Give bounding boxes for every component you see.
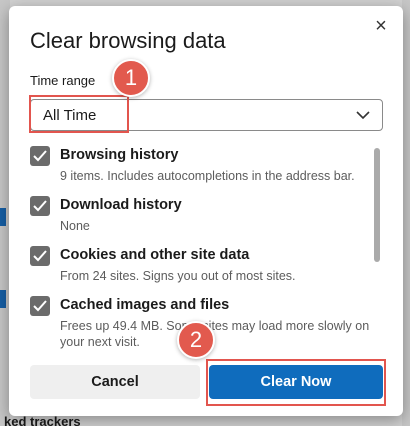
item-description: Frees up 49.4 MB. Some sites may load mo… (60, 319, 370, 349)
checkmark-icon (33, 250, 47, 262)
annotation-badge-1: 1 (112, 59, 150, 97)
download-history-checkbox[interactable] (30, 196, 50, 216)
checkmark-icon (33, 300, 47, 312)
close-icon[interactable]: × (371, 16, 391, 36)
item-title: Cookies and other site data (60, 247, 250, 263)
list-scrollbar[interactable] (374, 148, 380, 354)
item-title: Cached images and files (60, 297, 230, 313)
time-range-select[interactable]: All Time (30, 99, 383, 131)
dialog-title: Clear browsing data (30, 28, 226, 53)
browsing-history-checkbox[interactable] (30, 146, 50, 166)
item-title: Download history (60, 197, 182, 213)
cancel-button[interactable]: Cancel (30, 365, 200, 399)
checkmark-icon (33, 150, 47, 162)
time-range-value: All Time (43, 107, 97, 124)
checkmark-icon (33, 200, 47, 212)
scrollbar-thumb[interactable] (374, 148, 380, 262)
item-description: 9 items. Includes autocompletions in the… (60, 169, 355, 183)
clear-now-button[interactable]: Clear Now (209, 365, 383, 399)
chevron-down-icon (356, 111, 370, 120)
item-description: From 24 sites. Signs you out of most sit… (60, 269, 296, 283)
time-range-label: Time range (30, 73, 96, 88)
item-title: Browsing history (60, 147, 179, 163)
cached-images-checkbox[interactable] (30, 296, 50, 316)
annotation-badge-2: 2 (177, 321, 215, 359)
item-description: None (60, 219, 90, 233)
cookies-checkbox[interactable] (30, 246, 50, 266)
